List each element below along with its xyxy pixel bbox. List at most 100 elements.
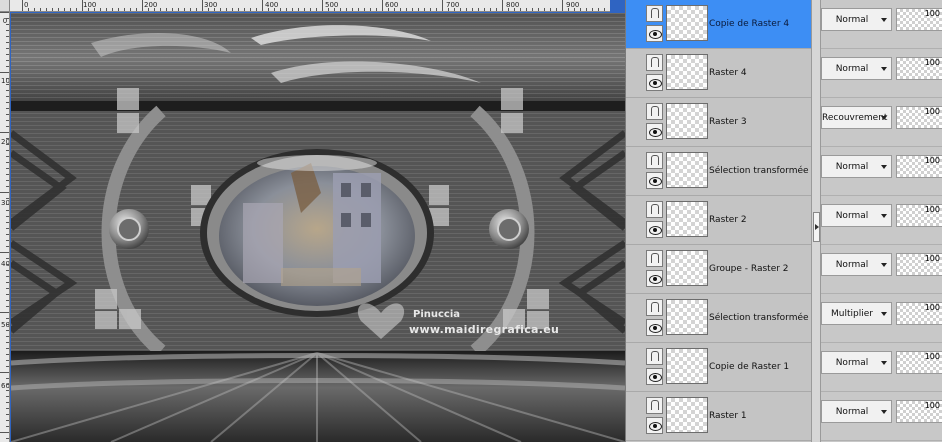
eye-icon[interactable] bbox=[646, 270, 663, 287]
layer-thumbnail[interactable] bbox=[666, 103, 708, 139]
layer-lock-icon[interactable] bbox=[646, 54, 663, 71]
layer-name[interactable]: Raster 4 bbox=[709, 68, 747, 78]
ruler-tick bbox=[154, 8, 155, 11]
opacity-slider[interactable]: 100 bbox=[896, 253, 942, 276]
layer-name[interactable]: Raster 3 bbox=[709, 117, 747, 127]
layer-row[interactable]: Sélection transformée bbox=[626, 147, 811, 196]
ruler-tick bbox=[130, 8, 131, 11]
ruler-tick bbox=[118, 8, 119, 11]
layer-lock-icon[interactable] bbox=[646, 152, 663, 169]
eye-icon[interactable] bbox=[646, 123, 663, 140]
blend-mode-dropdown[interactable]: Normal bbox=[821, 8, 892, 31]
opacity-slider[interactable]: 100 bbox=[896, 57, 942, 80]
layer-lock-icon[interactable] bbox=[646, 397, 663, 414]
layer-row[interactable]: Raster 1 bbox=[626, 392, 811, 441]
layer-thumbnail[interactable] bbox=[666, 54, 708, 90]
layer-lock-icon[interactable] bbox=[646, 103, 663, 120]
ruler-tick bbox=[106, 8, 107, 11]
layer-lock-icon[interactable] bbox=[646, 348, 663, 365]
eye-icon[interactable] bbox=[646, 319, 663, 336]
ruler-tick bbox=[6, 402, 9, 403]
ruler-tick bbox=[34, 8, 35, 11]
opacity-slider[interactable]: 100 bbox=[896, 400, 942, 423]
eye-icon[interactable] bbox=[646, 368, 663, 385]
layer-thumbnail[interactable] bbox=[666, 5, 708, 41]
ruler-tick bbox=[6, 228, 9, 229]
layer-thumbnail[interactable] bbox=[666, 348, 708, 384]
layer-row[interactable]: Raster 4 bbox=[626, 49, 811, 98]
ruler-tick bbox=[70, 8, 71, 11]
blend-mode-dropdown[interactable]: Normal bbox=[821, 400, 892, 423]
ruler-tick bbox=[6, 186, 9, 187]
expand-arrow-icon[interactable] bbox=[813, 212, 820, 242]
eye-icon[interactable] bbox=[646, 417, 663, 434]
ruler-tick bbox=[6, 378, 9, 379]
ruler-tick bbox=[6, 246, 9, 247]
eye-icon[interactable] bbox=[646, 25, 663, 42]
ruler-tick bbox=[250, 8, 251, 11]
ruler-tick bbox=[460, 8, 461, 11]
blend-mode-dropdown[interactable]: Normal bbox=[821, 351, 892, 374]
panel-splitter[interactable] bbox=[811, 0, 821, 442]
blend-mode-dropdown[interactable]: Recouvrement bbox=[821, 106, 892, 129]
layer-row[interactable]: Sélection transformée 1 bbox=[626, 294, 817, 343]
ruler-tick bbox=[6, 342, 9, 343]
ruler-tick bbox=[538, 8, 539, 11]
blend-mode-dropdown[interactable]: Normal bbox=[821, 155, 892, 178]
ruler-tick bbox=[6, 288, 9, 289]
layer-name[interactable]: Raster 1 bbox=[709, 411, 747, 421]
opacity-slider[interactable]: 100 bbox=[896, 8, 942, 31]
layer-row[interactable]: Copie de Raster 4 bbox=[626, 0, 811, 49]
ruler-tick bbox=[6, 414, 9, 415]
layer-lock-icon[interactable] bbox=[646, 5, 663, 22]
horizontal-ruler[interactable]: 0 100 200 300 400 500 600 700 800 900 bbox=[10, 0, 610, 12]
opacity-slider[interactable]: 100 bbox=[896, 106, 942, 129]
ruler-tick bbox=[556, 8, 557, 11]
layer-lock-icon[interactable] bbox=[646, 299, 663, 316]
ruler-tick bbox=[6, 420, 9, 421]
ruler-tick bbox=[6, 138, 9, 139]
layer-lock-icon[interactable] bbox=[646, 201, 663, 218]
ruler-tick bbox=[6, 156, 9, 157]
layer-properties-list: Normal 100 Normal 100 Recouvrement 100 Normal 1… bbox=[821, 0, 942, 442]
ruler-tick bbox=[6, 90, 9, 91]
layer-thumbnail[interactable] bbox=[666, 299, 708, 335]
blend-mode-dropdown[interactable]: Normal bbox=[821, 57, 892, 80]
blend-mode-dropdown[interactable]: Normal bbox=[821, 253, 892, 276]
opacity-slider[interactable]: 100 bbox=[896, 155, 942, 178]
layer-row[interactable]: Copie de Raster 1 bbox=[626, 343, 811, 392]
layer-name[interactable]: Raster 2 bbox=[709, 215, 747, 225]
ruler-tick bbox=[262, 0, 263, 11]
ruler-tick bbox=[6, 336, 9, 337]
opacity-slider[interactable]: 100 bbox=[896, 351, 942, 374]
ruler-tick bbox=[0, 12, 9, 13]
layer-row[interactable]: Raster 3 bbox=[626, 98, 811, 147]
blend-mode-dropdown[interactable]: Normal bbox=[821, 204, 892, 227]
vertical-ruler[interactable]: 0 100 200 300 400 500 600 bbox=[0, 12, 10, 442]
opacity-slider[interactable]: 100 bbox=[896, 204, 942, 227]
layer-thumbnail[interactable] bbox=[666, 152, 708, 188]
ruler-tick bbox=[6, 126, 9, 127]
eye-icon[interactable] bbox=[646, 74, 663, 91]
layer-row[interactable]: Raster 2 bbox=[626, 196, 811, 245]
eye-icon[interactable] bbox=[646, 221, 663, 238]
ruler-tick bbox=[6, 108, 9, 109]
layer-lock-icon[interactable] bbox=[646, 250, 663, 267]
ruler-tick bbox=[0, 432, 9, 433]
layer-thumbnail[interactable] bbox=[666, 397, 708, 433]
layer-name[interactable]: Copie de Raster 4 bbox=[709, 19, 789, 29]
image-canvas[interactable]: Pinuccia www.maidiregrafica.eu bbox=[11, 13, 625, 442]
ruler-tick bbox=[544, 8, 545, 11]
ruler-tick bbox=[232, 8, 233, 11]
layer-thumbnail[interactable] bbox=[666, 250, 708, 286]
layer-name[interactable]: Sélection transformée 1 bbox=[709, 313, 817, 323]
eye-icon[interactable] bbox=[646, 172, 663, 189]
layer-name[interactable]: Groupe - Raster 2 bbox=[709, 264, 789, 274]
layer-name[interactable]: Copie de Raster 1 bbox=[709, 362, 789, 372]
layer-name[interactable]: Sélection transformée bbox=[709, 166, 809, 176]
layer-row[interactable]: Groupe - Raster 2 bbox=[626, 245, 811, 294]
layer-thumbnail[interactable] bbox=[666, 201, 708, 237]
opacity-slider[interactable]: 100 bbox=[896, 302, 942, 325]
ruler-tick bbox=[430, 8, 431, 11]
blend-mode-dropdown[interactable]: Multiplier bbox=[821, 302, 892, 325]
